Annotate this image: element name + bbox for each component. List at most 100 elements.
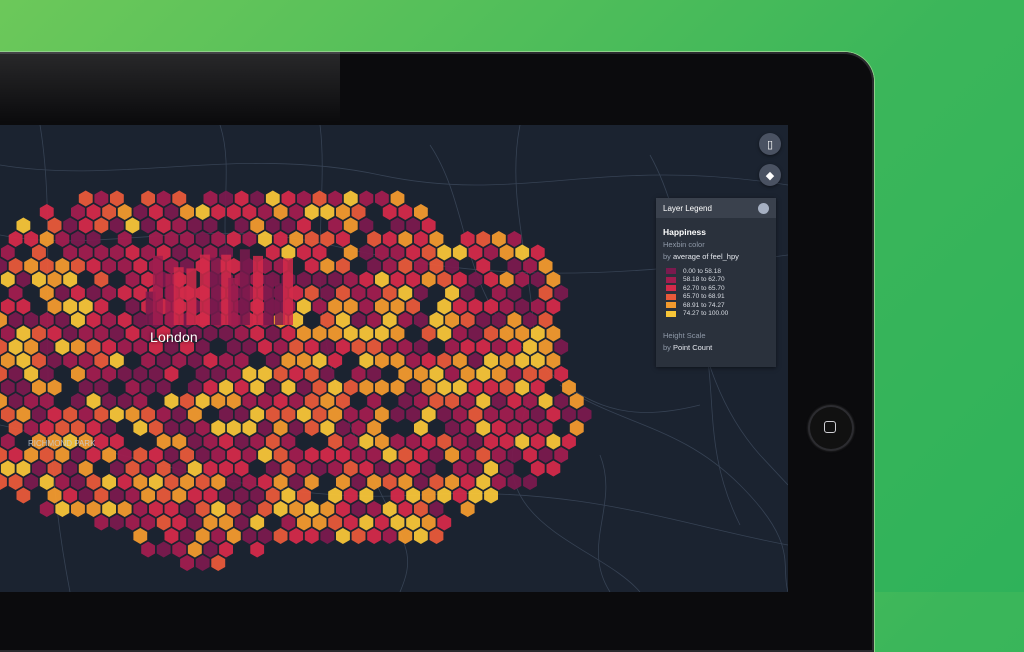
hexbin-cell[interactable] — [507, 366, 522, 382]
hexbin-cell[interactable] — [304, 447, 319, 463]
hexbin-cell[interactable] — [445, 420, 459, 436]
hexbin-cell[interactable] — [398, 339, 413, 355]
hexbin-cell[interactable] — [359, 190, 374, 207]
hexbin-cell[interactable] — [133, 339, 148, 355]
hexbin-cell[interactable] — [281, 244, 296, 261]
hexbin-cell[interactable] — [242, 420, 257, 436]
hexbin-cell[interactable] — [133, 204, 148, 220]
hexbin-cell[interactable] — [538, 285, 553, 301]
hexbin-cell[interactable] — [149, 447, 163, 463]
hexbin-cell[interactable] — [398, 447, 413, 463]
hexbin-cell[interactable] — [16, 460, 31, 477]
hexbin-cell[interactable] — [141, 217, 155, 234]
hexbin-cell[interactable] — [110, 352, 124, 369]
hexbin-cell[interactable] — [437, 298, 452, 315]
hexbin-cell[interactable] — [125, 487, 140, 504]
hexbin-cell[interactable] — [250, 541, 265, 558]
hexbin-cell[interactable] — [320, 420, 335, 436]
hexbin-cell[interactable] — [125, 406, 140, 423]
hexbin-cell[interactable] — [164, 231, 179, 247]
hexbin-cell[interactable] — [343, 271, 358, 288]
hexbin-cell[interactable] — [265, 379, 280, 396]
hexbin-cell[interactable] — [71, 285, 85, 301]
hexbin-cell[interactable] — [367, 420, 382, 436]
hexbin-cell[interactable] — [375, 190, 389, 207]
hexbin-cell[interactable] — [351, 285, 366, 301]
hexbin-cell[interactable] — [94, 352, 109, 369]
hexbin-cell[interactable] — [452, 244, 467, 261]
hexbin-cell[interactable] — [429, 393, 444, 409]
hexbin-cell[interactable] — [577, 406, 592, 423]
hexbin-cell[interactable] — [515, 406, 530, 423]
hexbin-cell[interactable] — [242, 366, 257, 382]
hexbin-cell[interactable] — [484, 379, 498, 396]
hexbin-cell[interactable] — [375, 325, 389, 342]
hexbin-cell[interactable] — [133, 393, 148, 409]
hexbin-cell[interactable] — [258, 339, 272, 355]
hexbin-cell[interactable] — [133, 285, 148, 301]
hexbin-cell[interactable] — [195, 447, 210, 463]
hexbin-cell[interactable] — [452, 298, 467, 315]
hexbin-cell[interactable] — [195, 204, 210, 220]
hexbin-cell[interactable] — [367, 285, 382, 301]
hexbin-cell[interactable] — [16, 271, 31, 288]
hexbin-cell[interactable] — [569, 420, 584, 436]
hexbin-cell[interactable] — [515, 325, 530, 342]
hexbin-cell[interactable] — [110, 325, 124, 342]
hexbin-cell[interactable] — [258, 501, 272, 517]
hexbin-cell[interactable] — [289, 204, 304, 220]
hexbin-cell[interactable] — [0, 406, 15, 423]
hexbin-cell[interactable] — [219, 541, 233, 558]
hexbin-column[interactable] — [173, 267, 184, 325]
hexbin-cell[interactable] — [289, 501, 304, 517]
hexbin-cell[interactable] — [445, 258, 459, 274]
hexbin-cell[interactable] — [390, 271, 405, 288]
hexbin-cell[interactable] — [16, 487, 31, 504]
hexbin-cell[interactable] — [180, 420, 194, 436]
hexbin-cell[interactable] — [273, 420, 288, 436]
hexbin-cell[interactable] — [164, 447, 179, 463]
hexbin-cell[interactable] — [8, 312, 23, 328]
hexbin-cell[interactable] — [71, 501, 85, 517]
hexbin-cell[interactable] — [530, 271, 545, 288]
hexbin-cell[interactable] — [110, 460, 124, 477]
hexbin-cell[interactable] — [554, 285, 569, 301]
hexbin-cell[interactable] — [359, 352, 374, 369]
hexbin-cell[interactable] — [164, 204, 179, 220]
hexbin-cell[interactable] — [86, 312, 101, 328]
hexbin-cell[interactable] — [39, 339, 54, 355]
hexbin-cell[interactable] — [219, 190, 233, 207]
hexbin-cell[interactable] — [445, 339, 459, 355]
hexbin-cell[interactable] — [491, 474, 506, 490]
hexbin-cell[interactable] — [195, 528, 210, 544]
hexbin-cell[interactable] — [437, 325, 452, 342]
hexbin-cell[interactable] — [195, 501, 210, 517]
hexbin-cell[interactable] — [484, 406, 498, 423]
hexbin-cell[interactable] — [336, 231, 350, 247]
hexbin-cell[interactable] — [242, 474, 257, 490]
hexbin-cell[interactable] — [530, 433, 545, 450]
hexbin-cell[interactable] — [507, 231, 522, 247]
hexbin-cell[interactable] — [468, 487, 483, 504]
hexbin-cell[interactable] — [94, 379, 109, 396]
hexbin-cell[interactable] — [468, 271, 483, 288]
hexbin-cell[interactable] — [530, 460, 545, 477]
hexbin-cell[interactable] — [460, 231, 475, 247]
hexbin-cell[interactable] — [437, 352, 452, 369]
hexbin-cell[interactable] — [523, 312, 537, 328]
hexbin-cell[interactable] — [180, 204, 194, 220]
hexbin-cell[interactable] — [156, 217, 171, 234]
hexbin-cell[interactable] — [530, 298, 545, 315]
hexbin-cell[interactable] — [203, 487, 218, 504]
hexbin-cell[interactable] — [297, 487, 311, 504]
hexbin-cell[interactable] — [312, 379, 327, 396]
hexbin-cell[interactable] — [164, 393, 179, 409]
hexbin-cell[interactable] — [304, 474, 319, 490]
hexbin-cell[interactable] — [71, 231, 85, 247]
hexbin-cell[interactable] — [258, 204, 272, 220]
hexbin-cell[interactable] — [117, 231, 132, 247]
hexbin-cell[interactable] — [484, 271, 498, 288]
hexbin-cell[interactable] — [460, 339, 475, 355]
hexbin-cell[interactable] — [24, 231, 39, 247]
hexbin-cell[interactable] — [86, 420, 101, 436]
